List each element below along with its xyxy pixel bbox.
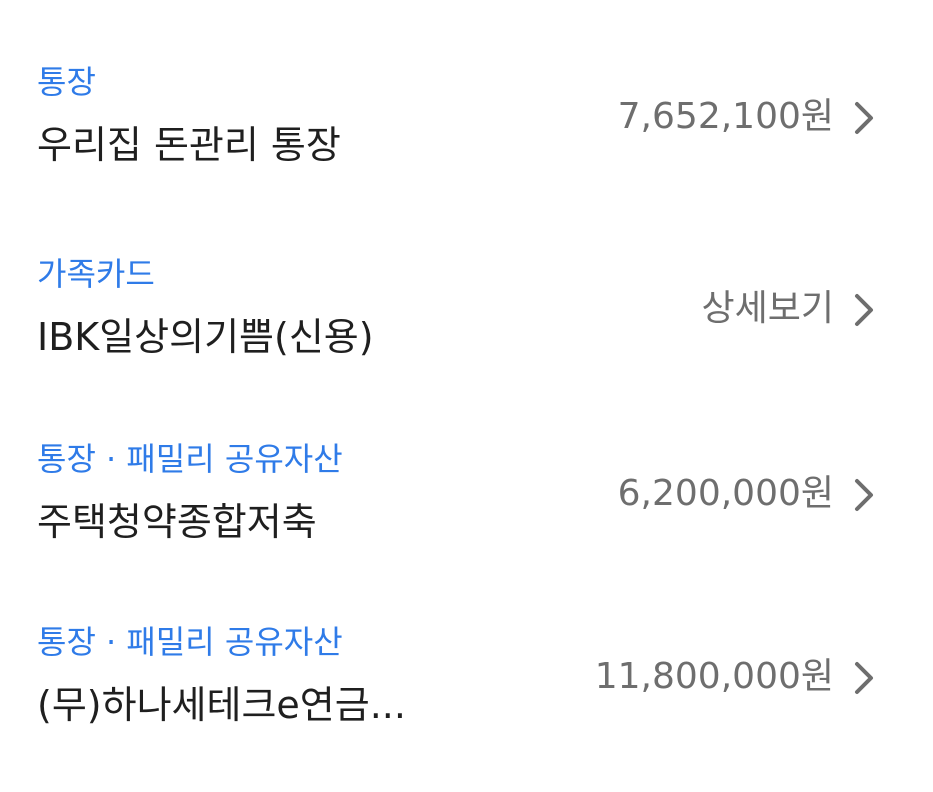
asset-category: 통장 · 패밀리 공유자산 [37, 623, 343, 661]
asset-category: 통장 [37, 63, 96, 101]
asset-balance: 11,800,000원 [594, 656, 834, 697]
asset-category: 통장 · 패밀리 공유자산 [37, 440, 343, 478]
chevron-right-icon[interactable] [849, 477, 879, 513]
asset-name: 우리집 돈관리 통장 [37, 123, 341, 167]
asset-category: 가족카드 [37, 255, 155, 293]
asset-row-housing-savings[interactable]: 통장 · 패밀리 공유자산 주택청약종합저축 6,200,000원 [0, 407, 933, 587]
asset-row-pension[interactable]: 통장 · 패밀리 공유자산 (무)하나세테크e연금... 11,800,000원 [0, 590, 933, 770]
asset-balance: 6,200,000원 [617, 473, 834, 514]
asset-balance: 7,652,100원 [617, 96, 834, 137]
asset-name: IBK일상의기쁨(신용) [37, 315, 374, 359]
asset-list: 통장 우리집 돈관리 통장 7,652,100원 가족카드 IBK일상의기쁨(신… [0, 0, 933, 792]
chevron-right-icon[interactable] [849, 292, 879, 328]
asset-name: (무)하나세테크e연금... [37, 683, 406, 727]
chevron-right-icon[interactable] [849, 660, 879, 696]
asset-row-family-card[interactable]: 가족카드 IBK일상의기쁨(신용) 상세보기 [0, 222, 933, 402]
chevron-right-icon[interactable] [849, 100, 879, 136]
asset-name: 주택청약종합저축 [37, 500, 317, 544]
asset-row-account[interactable]: 통장 우리집 돈관리 통장 7,652,100원 [0, 30, 933, 210]
details-link[interactable]: 상세보기 [702, 285, 834, 333]
